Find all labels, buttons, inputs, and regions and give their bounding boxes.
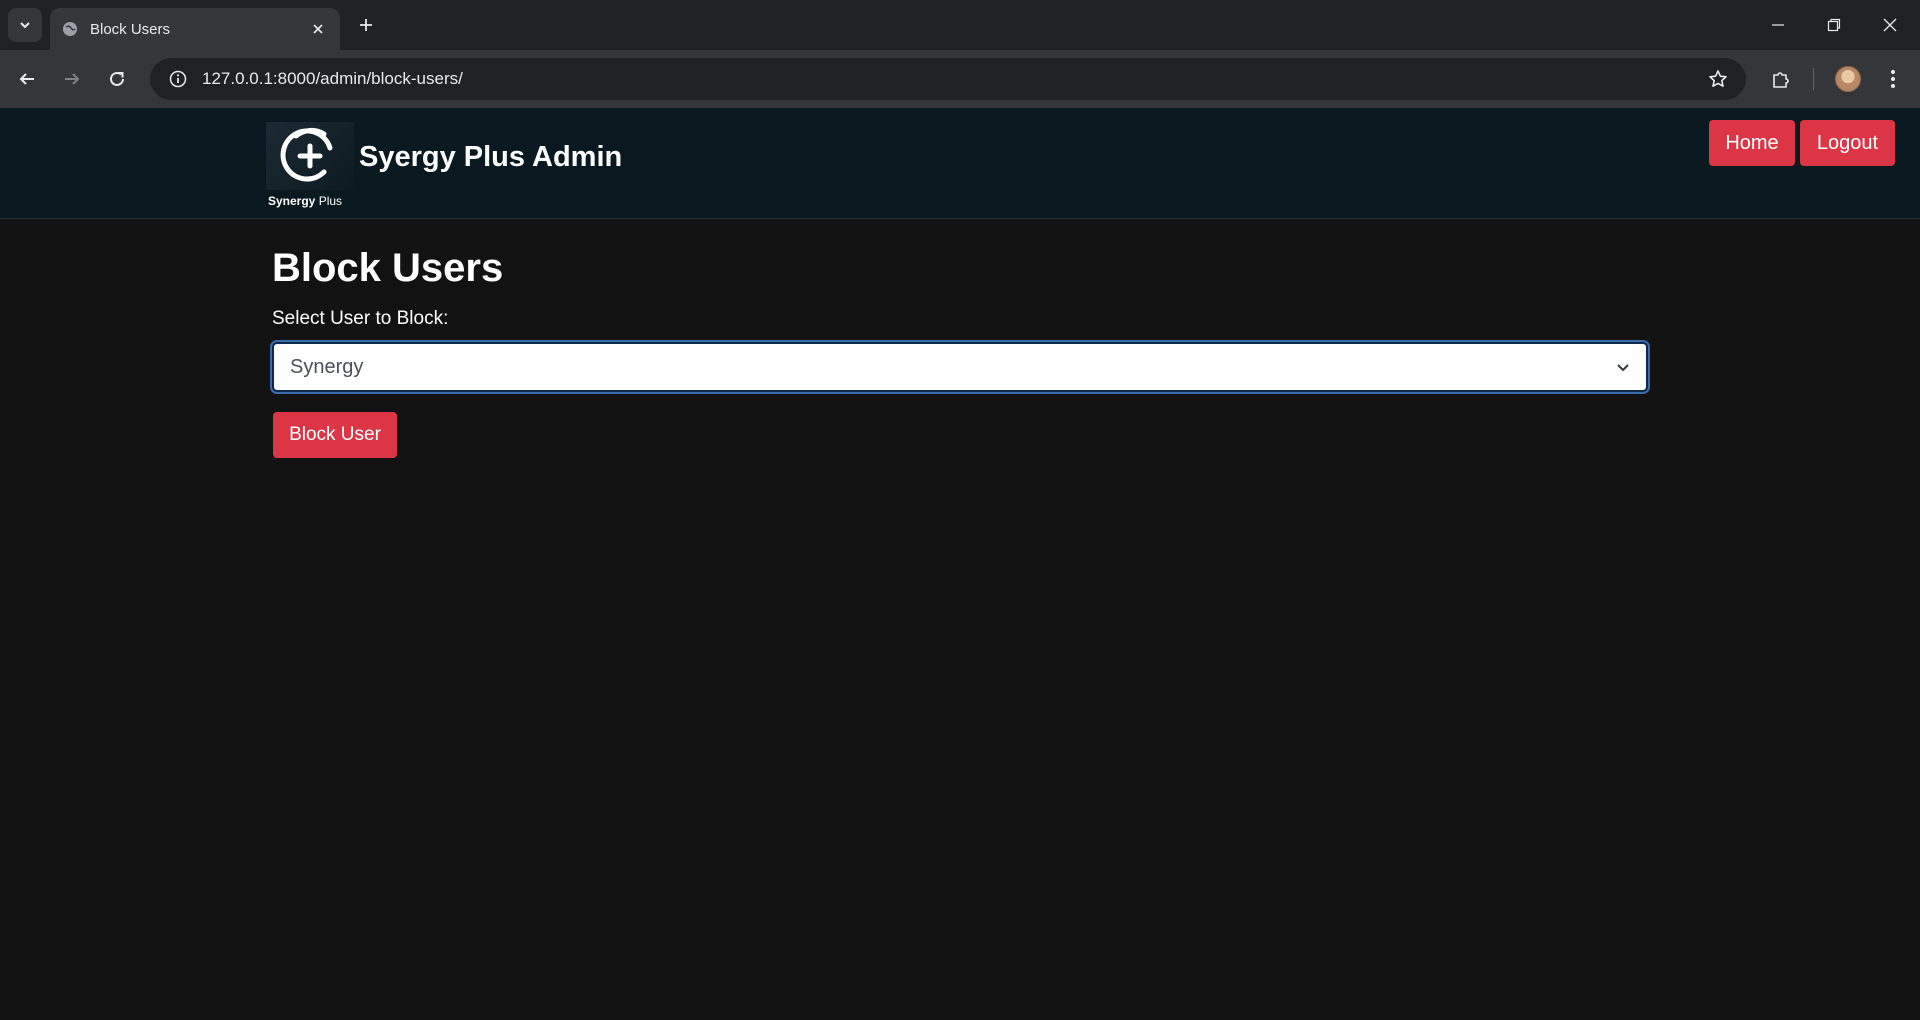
avatar [1835,66,1861,92]
browser-tabstrip: Block Users [0,0,1920,50]
site-logo[interactable]: Synergy Plus [266,122,354,208]
close-icon [1883,18,1897,32]
tab-title: Block Users [90,20,171,38]
close-window-button[interactable] [1862,0,1918,50]
reload-icon [110,71,124,86]
tab-search-button[interactable] [8,8,42,42]
profile-button[interactable] [1831,62,1865,96]
restore-button[interactable] [1806,0,1862,50]
user-select[interactable]: Synergy [272,342,1648,392]
minimize-icon [1772,24,1784,26]
bookmark-star-icon[interactable] [1698,58,1738,100]
address-bar[interactable]: 127.0.0.1:8000/admin/block-users/ [150,58,1746,100]
site-info-icon[interactable] [158,58,198,100]
home-button[interactable]: Home [1709,120,1795,166]
arrow-left-icon [19,73,34,85]
toolbar-divider [1813,68,1814,90]
globe-icon [63,22,77,36]
back-button[interactable] [10,62,44,96]
browser-menu-button[interactable] [1876,62,1910,96]
more-vertical-icon [1891,70,1895,88]
browser-tab[interactable]: Block Users [50,8,340,50]
chevron-down-icon [20,22,30,29]
page-title: Block Users [272,246,504,290]
logo-text: Synergy Plus [268,194,342,208]
arrow-right-icon [65,73,80,85]
logout-button[interactable]: Logout [1800,120,1895,166]
selected-user-value: Synergy [290,355,364,378]
puzzle-icon [1773,72,1789,88]
minimize-button[interactable] [1750,0,1806,50]
site-title: Syergy Plus Admin [359,141,623,173]
select-user-label: Select User to Block: [272,308,449,329]
url-text: 127.0.0.1:8000/admin/block-users/ [202,69,463,88]
logo-text-light: Plus [318,194,343,208]
close-tab-icon[interactable] [308,19,328,39]
browser-toolbar: 127.0.0.1:8000/admin/block-users/ [0,50,1920,108]
reload-button[interactable] [100,62,134,96]
logo-text-bold: Synergy [268,194,316,208]
new-tab-button[interactable] [352,11,380,39]
site-header: Synergy Plus Syergy Plus Admin Home Logo… [0,108,1920,219]
extensions-button[interactable] [1764,62,1798,96]
logo-mark [266,122,354,190]
synergy-logo-icon [280,127,333,182]
restore-icon [1827,18,1841,32]
plus-icon [360,19,372,31]
forward-button[interactable] [55,62,89,96]
chevron-down-icon [1617,364,1629,372]
block-user-button[interactable]: Block User [273,412,397,458]
